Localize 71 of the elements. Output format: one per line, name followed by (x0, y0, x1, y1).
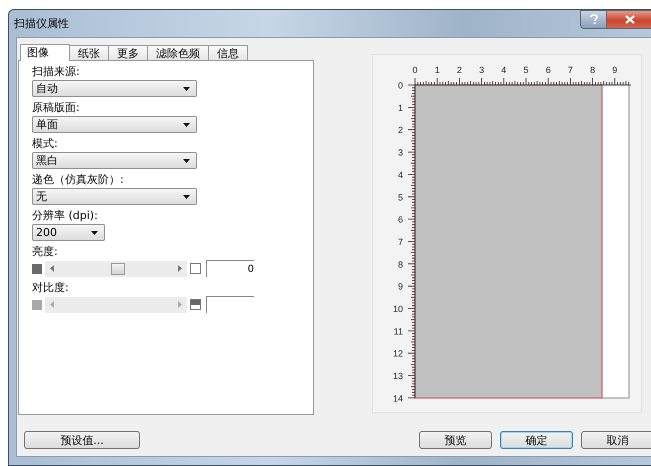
ruler-label: 6 (398, 214, 403, 225)
ruler-label: 1 (398, 102, 403, 113)
slider-track[interactable] (45, 296, 187, 312)
ruler-label: 10 (392, 304, 403, 314)
caret-icon (183, 158, 190, 162)
ruler-label: 14 (392, 393, 403, 404)
ruler-label: 13 (392, 371, 403, 382)
value-text: 0 (248, 264, 254, 274)
ruler-label: 2 (456, 65, 462, 75)
ruler-label: 1 (434, 65, 440, 75)
caret-icon (91, 230, 98, 234)
dropdown[interactable]: 单面 (32, 116, 197, 133)
ruler-label: 5 (398, 192, 403, 202)
field-label: 原稿版面: (32, 101, 81, 114)
swatch-icon (190, 299, 201, 310)
dialog-button[interactable]: 确定 (500, 431, 573, 449)
help-button[interactable] (580, 10, 607, 29)
value-field[interactable]: 0 (206, 260, 254, 277)
tab[interactable]: 滤除色频 (147, 45, 209, 61)
ruler-label: 2 (398, 125, 403, 136)
dialog-button[interactable]: 预设值... (24, 431, 140, 449)
left-arrow-icon (50, 301, 54, 308)
dialog-button[interactable]: 预览 (419, 431, 492, 449)
slider-thumb[interactable] (111, 262, 125, 274)
ruler-label: 6 (546, 65, 551, 75)
ruler-label: 9 (398, 282, 403, 292)
ruler-label: 8 (398, 259, 403, 270)
dropdown[interactable]: 自动 (32, 80, 197, 97)
dropdown-value: 黑白 (36, 153, 58, 168)
close-icon (624, 15, 634, 24)
ruler-label: 11 (394, 326, 403, 336)
ruler-label: 0 (398, 80, 403, 90)
right-arrow-icon (178, 301, 182, 308)
tab[interactable]: 更多 (108, 45, 148, 61)
field-label: 对比度: (32, 281, 70, 294)
ruler-label: 4 (398, 170, 403, 180)
field-label: 亮度: (32, 245, 59, 258)
dropdown-value: 单面 (36, 117, 58, 132)
caret-icon (183, 122, 190, 126)
ruler-label: 4 (501, 65, 506, 75)
ruler-label: 3 (479, 65, 484, 75)
ruler-label: 8 (590, 65, 596, 75)
dropdown-value: 200 (36, 226, 57, 239)
ruler-label: 9 (612, 65, 618, 75)
ruler-label: 0 (412, 65, 418, 75)
ruler-label: 7 (398, 236, 403, 247)
ruler-label: 3 (398, 148, 403, 158)
field-label: 分辨率 (dpi): (32, 209, 99, 222)
dropdown[interactable]: 200 (32, 224, 105, 241)
dialog-button[interactable]: 取消 (581, 431, 651, 449)
field-label: 模式: (32, 137, 59, 150)
field-label: 扫描来源: (32, 65, 81, 78)
tab[interactable]: 图像 (20, 44, 70, 61)
field-label: 递色（仿真灰阶）: (32, 173, 125, 186)
dropdown-value: 自动 (36, 81, 58, 96)
ruler-label: 5 (524, 65, 528, 75)
window-title: 扫描仪属性 (14, 16, 69, 31)
right-arrow-icon (178, 265, 182, 272)
slider-track[interactable] (45, 260, 187, 276)
ruler-label: 7 (568, 65, 573, 75)
caret-icon (183, 194, 190, 198)
close-button[interactable] (607, 10, 651, 29)
caret-icon (183, 86, 190, 90)
ruler-label: 12 (392, 348, 403, 359)
swatch-icon (190, 263, 201, 274)
tab[interactable]: 信息 (208, 45, 248, 61)
dropdown[interactable]: 无 (32, 188, 197, 205)
dropdown[interactable]: 黑白 (32, 152, 197, 169)
left-arrow-icon (50, 265, 54, 272)
help-icon (590, 14, 598, 25)
dropdown-value: 无 (36, 189, 47, 204)
